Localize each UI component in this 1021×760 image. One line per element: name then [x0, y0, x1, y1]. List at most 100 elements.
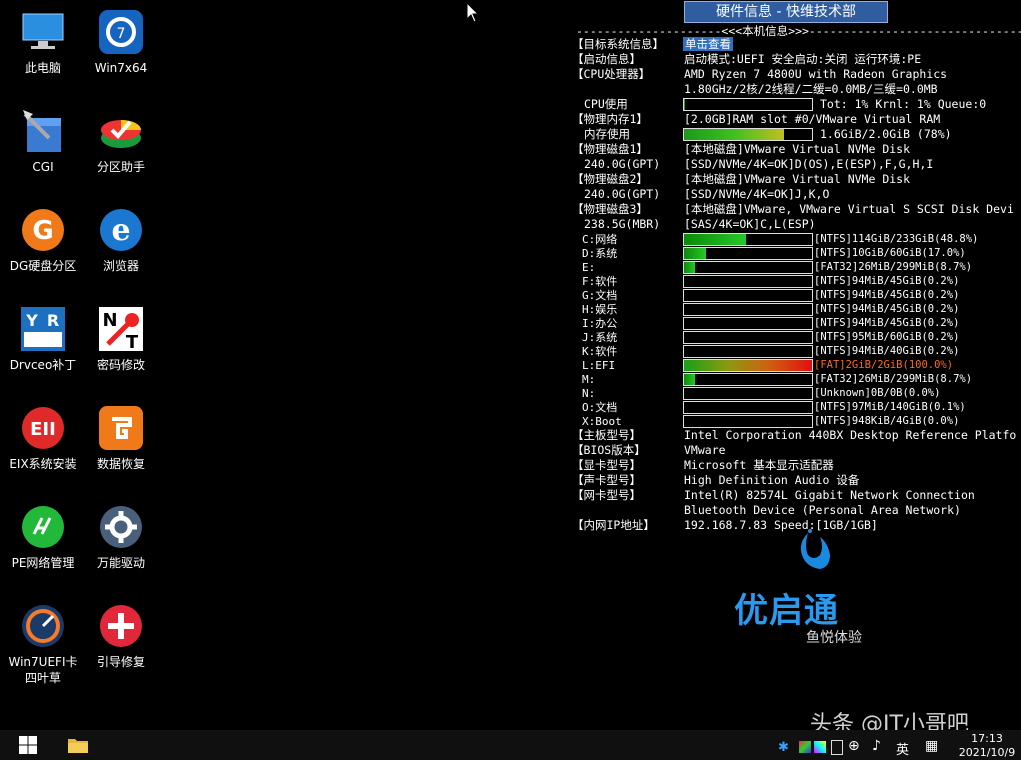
drive-usage-bar	[683, 317, 813, 330]
click-to-view-button[interactable]: 单击查看	[683, 37, 733, 51]
drive-usage-info: [FAT]2GiB/2GiB(100.0%)	[814, 359, 954, 371]
desktop-icon-drvceo[interactable]: Y R Drvceo补丁	[4, 305, 82, 373]
drive-usage-info: [NTFS]95MiB/60GiB(0.2%)	[814, 331, 960, 343]
svg-text:Y: Y	[25, 311, 38, 330]
svg-text:e: e	[111, 213, 130, 248]
tray-clipboard-icon[interactable]	[831, 740, 843, 755]
drive-usage-info: [NTFS]10GiB/60GiB(17.0%)	[814, 247, 966, 259]
desktop-icon-browser[interactable]: e 浏览器	[82, 206, 160, 274]
drvceo-icon: YR	[19, 305, 67, 353]
desktop-icon-eix[interactable]: EII EIX系统安装	[4, 404, 82, 472]
memory-usage-value: 1.6GiB/2.0GiB (78%)	[820, 127, 952, 141]
cpu-usage-value: Tot: 1% Krnl: 1% Queue:0	[820, 97, 987, 111]
disk3-value: [本地磁盘]VMware, VMware Virtual S SCSI Disk…	[684, 202, 1014, 216]
target-system-label: 【目标系统信息】	[572, 37, 664, 51]
desktop-icon-network[interactable]: PE网络管理	[4, 503, 82, 571]
desktop-icon-win7[interactable]: 7 Win7x64	[82, 8, 160, 76]
desktop-icon-computer[interactable]: 此电脑	[4, 8, 82, 76]
svg-text:7: 7	[117, 26, 126, 42]
bios-label: 【BIOS版本】	[572, 443, 646, 457]
desktop-icon-label: EIX系统安装	[9, 457, 77, 471]
tray-clock[interactable]: 17:13 2021/10/9	[955, 732, 1019, 760]
memory-usage-bar	[683, 128, 813, 141]
drive-usage-info: [Unknown]0B/0B(0.0%)	[814, 387, 941, 399]
drive-usage-bar	[683, 359, 813, 372]
motherboard-value: Intel Corporation 440BX Desktop Referenc…	[684, 428, 1017, 442]
bios-value: VMware	[684, 443, 726, 457]
desktop-icon-label: 数据恢复	[96, 457, 145, 471]
drive-name: F:软件	[582, 275, 618, 288]
svg-text:R: R	[47, 311, 59, 330]
clover-icon	[19, 602, 67, 650]
tray-color-icon[interactable]	[814, 741, 826, 753]
browser-icon: e	[97, 206, 145, 254]
start-button[interactable]	[8, 730, 48, 760]
cpu-usage-bar	[683, 98, 813, 111]
brand-name: 优启通	[734, 591, 839, 631]
nic-value: Intel(R) 82574L Gigabit Network Connecti…	[684, 488, 975, 502]
svg-text:N: N	[102, 310, 117, 331]
tray-bluetooth-icon[interactable]: ✱	[778, 740, 789, 755]
motherboard-label: 【主板型号】	[572, 428, 641, 442]
desktop-icon-dg[interactable]: G DG硬盘分区	[4, 206, 82, 274]
tray-network-icon[interactable]: ⊕	[848, 738, 860, 754]
disk2-detail: [SSD/NVMe/4K=OK]J,K,O	[684, 187, 830, 201]
drive-usage-info: [NTFS]94MiB/45GiB(0.2%)	[814, 303, 960, 315]
disk3-detail: [SAS/4K=OK]C,L(ESP)	[684, 217, 816, 231]
desktop-icon-label: 万能驱动	[96, 556, 145, 570]
boot-info-label: 【启动信息】	[572, 52, 641, 66]
disk1-label: 【物理磁盘1】	[572, 142, 648, 156]
desktop-icon-label: 浏览器	[102, 259, 139, 273]
drive-usage-bar	[683, 261, 813, 274]
tray-app-icon[interactable]	[799, 741, 811, 753]
ip-label: 【内网IP地址】	[572, 518, 655, 532]
drive-usage-info: [NTFS]94MiB/45GiB(0.2%)	[814, 289, 960, 301]
drive-row: X:Boot [NTFS]948KiB/4GiB(0.0%)	[572, 414, 1021, 429]
cpu-label: 【CPU处理器】	[572, 67, 651, 81]
nic-value-2: Bluetooth Device (Personal Area Network)	[684, 503, 961, 517]
disk2-label: 【物理磁盘2】	[572, 172, 648, 186]
desktop-icon-partition-assistant[interactable]: 分区助手	[82, 107, 160, 175]
drive-usage-info: [NTFS]94MiB/45GiB(0.2%)	[814, 317, 960, 329]
desktop-icon-driver[interactable]: 万能驱动	[82, 503, 160, 571]
drive-row: D:系统 [NTFS]10GiB/60GiB(17.0%)	[572, 246, 1021, 261]
password-icon: NT	[97, 305, 145, 353]
desktop-icon-label: 引导修复	[96, 655, 145, 669]
desktop-icon-label: Win7UEFI卡四叶草	[8, 655, 78, 685]
desktop-icon-password[interactable]: N T 密码修改	[82, 305, 160, 373]
boot-info-value: 启动模式:UEFI 安全启动:关闭 运行环境:PE	[684, 52, 922, 66]
desktop-icon-boot-repair[interactable]: 引导修复	[82, 602, 160, 670]
desktop-icon-data-recovery[interactable]: 数据恢复	[82, 404, 160, 472]
drive-name: X:Boot	[582, 415, 622, 428]
disk1-detail: [SSD/NVMe/4K=OK]D(OS),E(ESP),F,G,H,I	[684, 157, 934, 171]
driver-icon	[97, 503, 145, 551]
windows-logo-icon	[19, 736, 37, 754]
drive-row: J:系统 [NTFS]95MiB/60GiB(0.2%)	[572, 330, 1021, 345]
drive-name: M:	[582, 373, 596, 386]
drive-name: G:文档	[582, 289, 618, 302]
tray-volume-icon[interactable]: ♪	[872, 738, 881, 754]
cpu-detail: 1.80GHz/2核/2线程/二缓=0.0MB/三缓=0.0MB	[684, 82, 938, 96]
folder-icon	[68, 739, 88, 753]
drive-usage-info: [NTFS]97MiB/140GiB(0.1%)	[814, 401, 966, 413]
drive-usage-bar	[683, 401, 813, 414]
drive-name: C:网络	[582, 233, 618, 246]
drive-usage-bar	[683, 233, 813, 246]
drive-row: O:文档 [NTFS]97MiB/140GiB(0.1%)	[572, 400, 1021, 415]
boot-repair-icon	[97, 602, 145, 650]
desktop-icon-label: Win7x64	[94, 61, 148, 75]
desktop-icon-clover[interactable]: Win7UEFI卡四叶草	[4, 602, 82, 686]
tray-keyboard-icon[interactable]: ▦	[925, 738, 938, 754]
cgi-icon	[19, 107, 67, 155]
drive-usage-bar	[683, 415, 813, 428]
desktop-icon-cgi[interactable]: CGI	[4, 107, 82, 175]
hardware-info-panel: 【目标系统信息】 单击查看 【启动信息】 启动模式:UEFI 安全启动:关闭 运…	[572, 0, 1021, 540]
drive-row: I:办公 [NTFS]94MiB/45GiB(0.2%)	[572, 316, 1021, 331]
win7-icon: 7	[97, 8, 145, 56]
disk3-size: 238.5G(MBR)	[584, 217, 661, 231]
file-explorer-button[interactable]	[58, 730, 98, 760]
audio-value: High Definition Audio 设备	[684, 473, 860, 487]
drive-usage-info: [FAT32]26MiB/299MiB(8.7%)	[814, 261, 973, 273]
tray-ime-indicator[interactable]: 英	[896, 739, 909, 758]
cpu-value: AMD Ryzen 7 4800U with Radeon Graphics	[684, 67, 948, 81]
